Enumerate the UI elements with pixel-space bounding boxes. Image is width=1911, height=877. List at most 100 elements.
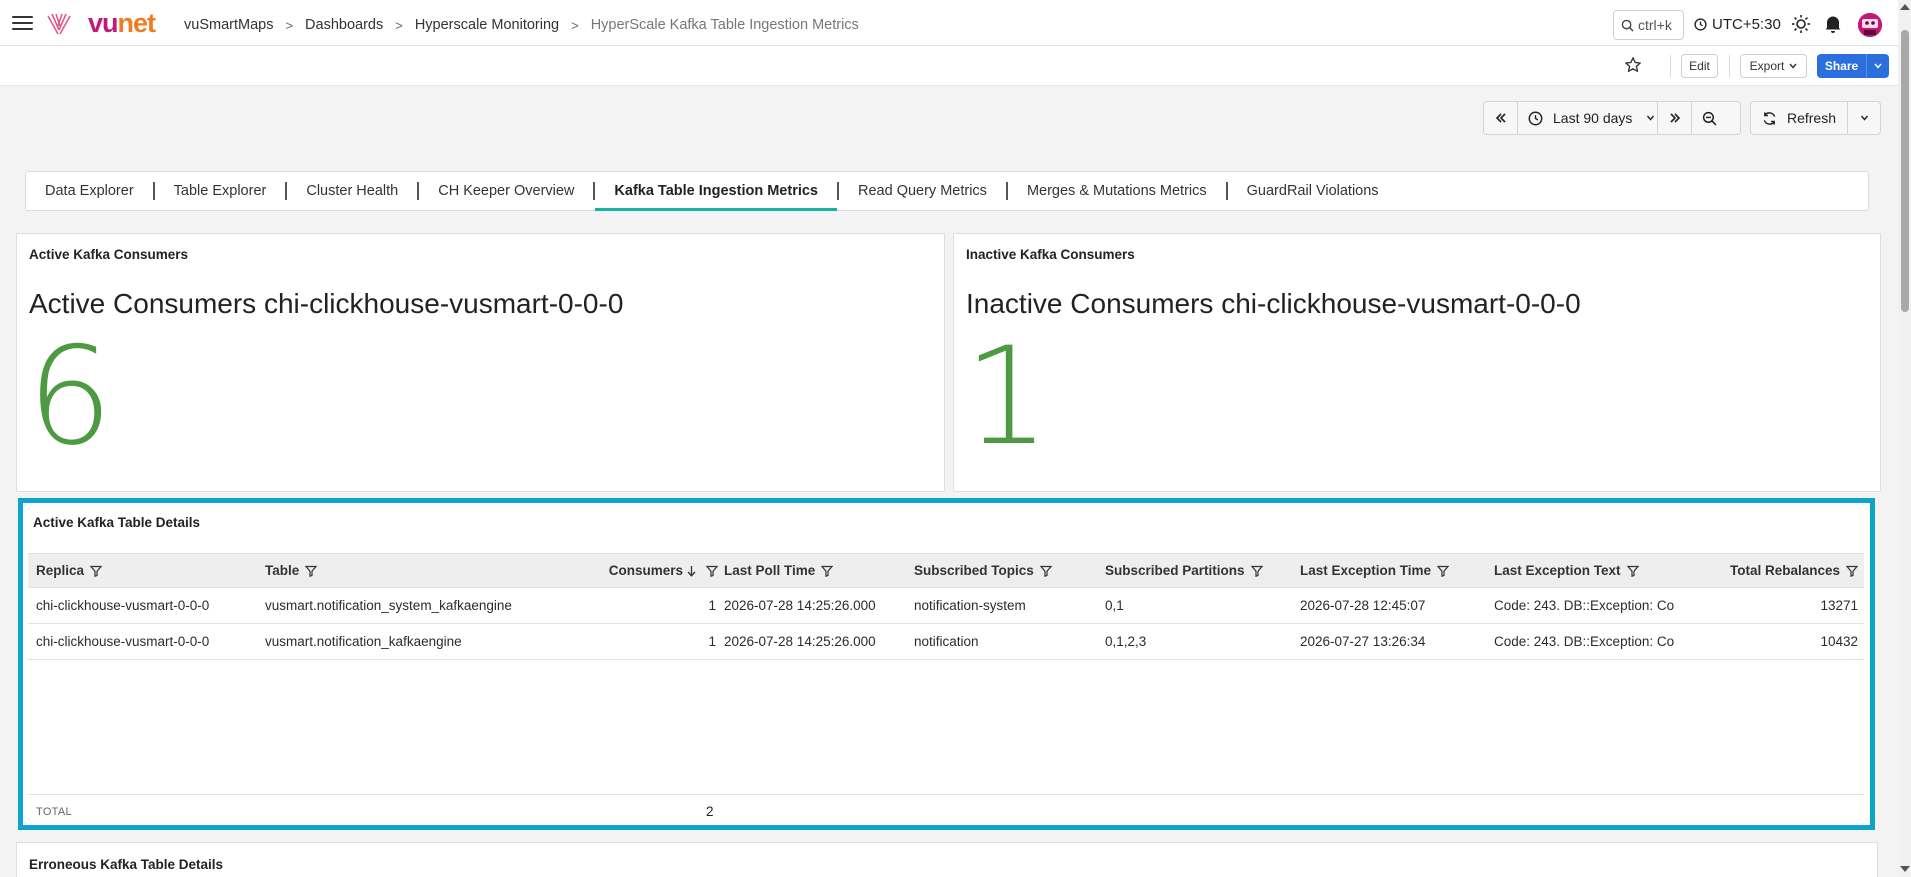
cell-subscribed-topics: notification — [914, 634, 979, 649]
user-avatar[interactable] — [1858, 13, 1882, 37]
column-header-last-exception-time[interactable]: Last Exception Time — [1300, 554, 1490, 587]
filter-icon[interactable] — [1250, 565, 1263, 577]
cell-last-exception-text: Code: 243. DB::Exception: Co — [1494, 634, 1675, 649]
filter-icon[interactable] — [1039, 565, 1052, 577]
cell-table: vusmart.notification_kafkaengine — [265, 634, 462, 649]
search-button[interactable]: ctrl+k — [1613, 10, 1684, 40]
scrollbar-thumb[interactable] — [1901, 30, 1909, 312]
bell-icon[interactable] — [1824, 14, 1842, 37]
scroll-up-arrow-icon[interactable] — [1900, 4, 1910, 10]
column-header-table[interactable]: Table — [265, 554, 565, 587]
top-bar: vunet vuSmartMaps > Dashboards > Hypersc… — [0, 0, 1911, 46]
tab-table-explorer[interactable]: Table Explorer — [155, 172, 286, 210]
time-range-picker[interactable]: Last 90 days — [1518, 102, 1658, 134]
refresh-icon — [1763, 111, 1776, 125]
tab-merges-mutations-metrics[interactable]: Merges & Mutations Metrics — [1008, 172, 1226, 210]
filter-icon[interactable] — [821, 565, 834, 577]
chevron-right-icon: > — [571, 17, 579, 33]
share-label: Share — [1817, 54, 1867, 78]
filter-icon[interactable] — [1626, 565, 1639, 577]
share-button[interactable]: Share — [1817, 54, 1889, 78]
menu-icon[interactable] — [12, 16, 33, 30]
column-header-subscribed-partitions[interactable]: Subscribed Partitions — [1105, 554, 1295, 587]
scroll-down-arrow-icon[interactable] — [1900, 866, 1910, 872]
active-consumers-panel: Active Kafka Consumers Active Consumers … — [16, 233, 945, 492]
tab-ch-keeper-overview[interactable]: CH Keeper Overview — [419, 172, 593, 210]
panel-title: Active Kafka Consumers — [29, 247, 189, 262]
filter-icon[interactable] — [1437, 565, 1450, 577]
panel-title: Active Kafka Table Details — [33, 515, 201, 530]
tab-data-explorer[interactable]: Data Explorer — [26, 172, 153, 210]
column-header-consumers[interactable]: Consumers — [588, 554, 718, 587]
favorite-star-icon[interactable] — [1624, 56, 1642, 77]
cell-last-exception-time: 2026-07-27 13:26:34 — [1300, 634, 1426, 649]
column-header-last-poll-time[interactable]: Last Poll Time — [724, 554, 904, 587]
cell-replica: chi-clickhouse-vusmart-0-0-0 — [36, 634, 210, 649]
tab-kafka-table-ingestion-metrics[interactable]: Kafka Table Ingestion Metrics — [595, 172, 837, 211]
breadcrumb-vusmartmaps[interactable]: vuSmartMaps — [184, 17, 273, 33]
timezone-selector[interactable]: UTC+5:30 — [1694, 16, 1781, 33]
chevron-right-icon: > — [395, 17, 403, 33]
edit-button[interactable]: Edit — [1681, 54, 1718, 78]
filter-icon[interactable] — [1846, 565, 1858, 577]
filter-icon[interactable] — [706, 565, 718, 577]
refresh-interval-chevron-down-icon[interactable] — [1848, 102, 1880, 134]
column-header-total-rebalances[interactable]: Total Rebalances — [1688, 554, 1858, 587]
stat-value: 6 — [27, 318, 113, 475]
refresh-label: Refresh — [1786, 110, 1837, 126]
table-row[interactable]: chi-clickhouse-vusmart-0-0-0 vusmart.not… — [28, 588, 1864, 624]
step-forward-icon[interactable] — [1658, 102, 1692, 134]
divider — [1729, 55, 1730, 77]
search-shortcut: ctrl+k — [1638, 17, 1672, 33]
breadcrumb-current-page: HyperScale Kafka Table Ingestion Metrics — [590, 17, 859, 33]
zoom-out-icon[interactable] — [1692, 102, 1726, 134]
dashboard-tabs: Data Explorer Table Explorer Cluster Hea… — [25, 171, 1869, 211]
dashboard-action-bar: Edit Export Share — [0, 46, 1911, 86]
panel-title: Erroneous Kafka Table Details — [29, 857, 224, 872]
sort-descending-icon[interactable] — [687, 565, 696, 577]
column-header-replica[interactable]: Replica — [36, 554, 256, 587]
data-table: Replica Table Consumers Last Poll Time S… — [28, 553, 1864, 660]
export-button[interactable]: Export — [1740, 54, 1807, 78]
filter-icon[interactable] — [90, 565, 103, 577]
panel-title: Inactive Kafka Consumers — [966, 247, 1135, 262]
total-value: 2 — [706, 804, 714, 819]
chevron-down-icon[interactable] — [1867, 63, 1889, 69]
inactive-consumers-panel: Inactive Kafka Consumers Inactive Consum… — [953, 233, 1881, 492]
cell-consumers: 1 — [708, 598, 716, 613]
cell-subscribed-topics: notification-system — [914, 598, 1026, 613]
table-total-row: TOTAL 2 — [28, 794, 1864, 826]
tab-guardrail-violations[interactable]: GuardRail Violations — [1228, 172, 1398, 210]
refresh-controls: Refresh — [1750, 101, 1881, 135]
step-back-icon[interactable] — [1484, 102, 1518, 134]
tab-cluster-health[interactable]: Cluster Health — [287, 172, 417, 210]
cell-subscribed-partitions: 0,1,2,3 — [1105, 634, 1147, 649]
filter-icon[interactable] — [305, 565, 318, 577]
cell-last-exception-time: 2026-07-28 12:45:07 — [1300, 598, 1426, 613]
cell-last-exception-text: Code: 243. DB::Exception: Co — [1494, 598, 1675, 613]
active-kafka-table-details-panel: Active Kafka Table Details Replica Table… — [18, 498, 1875, 830]
column-header-subscribed-topics[interactable]: Subscribed Topics — [914, 554, 1094, 587]
cell-total-rebalances: 13271 — [1820, 598, 1858, 613]
table-row[interactable]: chi-clickhouse-vusmart-0-0-0 vusmart.not… — [28, 624, 1864, 660]
column-header-last-exception-text[interactable]: Last Exception Text — [1494, 554, 1684, 587]
refresh-button[interactable]: Refresh — [1751, 102, 1848, 134]
clock-icon — [1694, 18, 1707, 31]
stat-label: Inactive Consumers chi-clickhouse-vusmar… — [966, 288, 1581, 319]
cell-last-poll-time: 2026-07-28 14:25:26.000 — [724, 598, 876, 613]
chevron-right-icon: > — [285, 17, 294, 33]
timezone-label: UTC+5:30 — [1712, 16, 1781, 33]
breadcrumb-hyperscale-monitoring[interactable]: Hyperscale Monitoring — [415, 17, 559, 33]
stat-value: 1 — [964, 318, 1050, 475]
divider — [1670, 55, 1671, 77]
chevron-down-icon — [1789, 63, 1797, 69]
cell-consumers: 1 — [708, 634, 716, 649]
cell-total-rebalances: 10432 — [1820, 634, 1858, 649]
page-scrollbar[interactable] — [1898, 0, 1911, 877]
time-range-label: Last 90 days — [1553, 110, 1633, 126]
table-header: Replica Table Consumers Last Poll Time S… — [28, 553, 1864, 588]
breadcrumb-dashboards[interactable]: Dashboards — [305, 17, 383, 33]
vunet-logo[interactable]: vunet — [88, 8, 156, 39]
tab-read-query-metrics[interactable]: Read Query Metrics — [839, 172, 1006, 210]
theme-toggle-sun-icon[interactable] — [1791, 14, 1811, 37]
